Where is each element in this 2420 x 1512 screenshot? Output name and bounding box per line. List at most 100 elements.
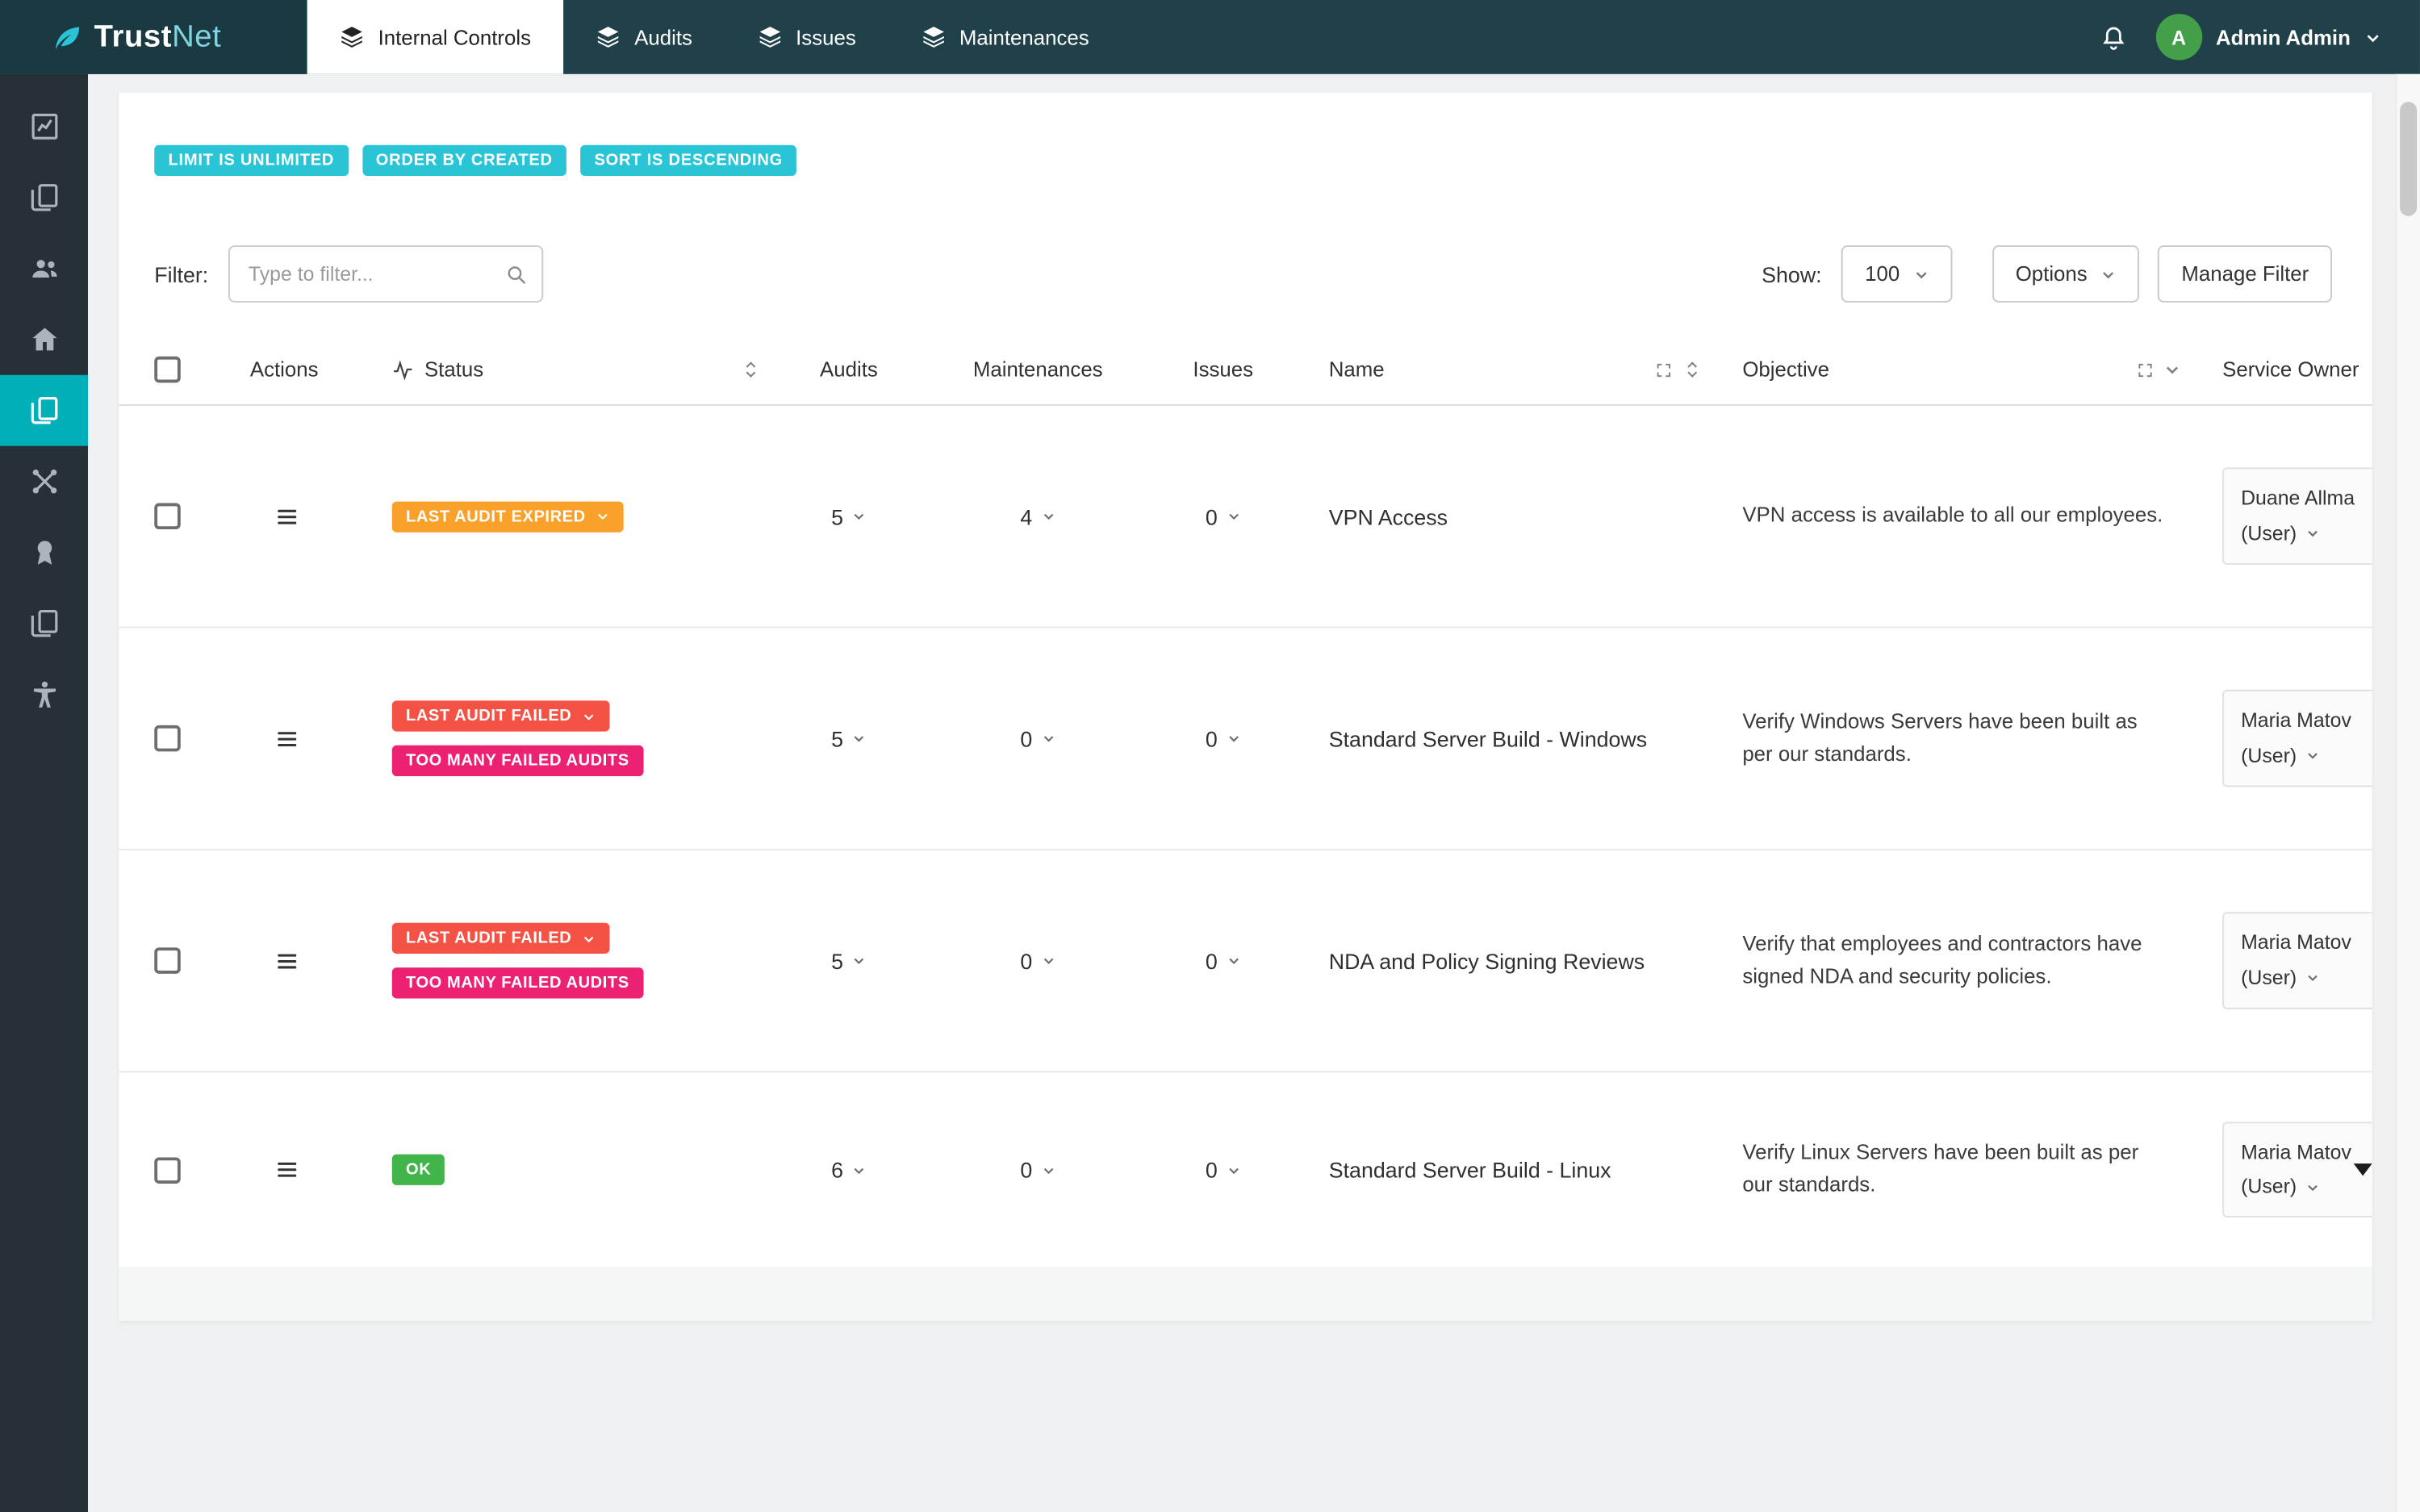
manage-filter-button[interactable]: Manage Filter [2158, 245, 2332, 303]
status-cell: LAST AUDIT EXPIRED [387, 500, 625, 532]
column-header-maintenances[interactable]: Maintenances [926, 335, 1150, 404]
status-badge[interactable]: LAST AUDIT FAILED [391, 700, 611, 732]
service-owner-select[interactable]: Maria Matov (User) [2222, 1121, 2372, 1218]
column-header-audits[interactable]: Audits [771, 335, 926, 404]
tab-internal-controls[interactable]: Internal Controls [307, 0, 564, 74]
service-owner-select[interactable]: Maria Matov (User) [2222, 690, 2372, 787]
status-cell: OK [387, 1154, 445, 1185]
control-name[interactable]: Standard Server Build - Windows [1297, 726, 1713, 751]
sort-icon[interactable] [741, 360, 761, 380]
audits-count[interactable]: 5 [771, 948, 926, 973]
chevron-down-icon [1042, 509, 1055, 523]
chevron-down-icon [2364, 28, 2381, 45]
chevron-down-icon [2101, 266, 2117, 282]
home-icon [28, 324, 59, 355]
show-count-select[interactable]: 100 [1841, 245, 1953, 303]
issues-count[interactable]: 0 [1150, 726, 1297, 750]
row-actions-menu-icon[interactable] [274, 503, 299, 528]
column-header-actions: Actions [249, 357, 319, 382]
sidebar-item-internal-controls[interactable] [0, 374, 89, 446]
brand-text: TrustNet [94, 19, 222, 55]
sidebar-item-users[interactable] [0, 233, 88, 304]
sidebar-item-connections[interactable] [0, 446, 88, 517]
top-navbar: TrustNet Internal Controls Audits Issues Ma… [0, 0, 2420, 74]
tab-maintenances[interactable]: Maintenances [888, 0, 1122, 74]
column-header-name[interactable]: Name [1297, 335, 1713, 404]
maintenances-count[interactable]: 0 [926, 1157, 1150, 1182]
chevron-down-icon [853, 1163, 867, 1176]
brand-logo[interactable]: TrustNet [0, 0, 307, 74]
status-badge[interactable]: LAST AUDIT FAILED [391, 922, 611, 954]
chevron-down-icon [2306, 526, 2320, 540]
user-menu[interactable]: A Admin Admin [2155, 14, 2381, 61]
control-name[interactable]: NDA and Policy Signing Reviews [1297, 948, 1713, 973]
column-header-status[interactable]: Status [387, 335, 771, 404]
chevron-down-icon [1042, 954, 1055, 967]
scrollbar-thumb[interactable] [2400, 102, 2418, 216]
navbar-tabs: Internal Controls Audits Issues Maintenance… [307, 0, 1122, 74]
row-checkbox[interactable] [154, 947, 181, 974]
sidebar-item-reports[interactable] [0, 91, 88, 162]
brand-net: Net [172, 19, 222, 53]
tab-issues[interactable]: Issues [725, 0, 888, 74]
sidebar-item-certifications[interactable] [0, 517, 88, 588]
sort-icon[interactable] [1682, 360, 1703, 380]
sidebar-item-home[interactable] [0, 304, 88, 375]
service-owner-select[interactable]: Duane Allma (User) [2222, 468, 2372, 565]
table-row: LAST AUDIT FAILED TOO MANY FAILED AUDITS 5… [119, 628, 2372, 850]
filter-input[interactable] [228, 245, 544, 303]
service-owner-select[interactable]: Maria Matov (User) [2222, 913, 2372, 1009]
sidebar-item-accessibility[interactable] [0, 659, 88, 730]
chevron-down-icon [583, 931, 596, 945]
filter-label: Filter: [154, 261, 209, 286]
tab-audits[interactable]: Audits [563, 0, 725, 74]
control-name[interactable]: VPN Access [1297, 503, 1713, 528]
page-scrollbar[interactable] [2395, 73, 2420, 1512]
maintenances-count[interactable]: 0 [926, 948, 1150, 973]
notifications-bell-icon[interactable] [2099, 23, 2128, 52]
options-button[interactable]: Options [1992, 245, 2140, 303]
status-cell: LAST AUDIT FAILED TOO MANY FAILED AUDITS [387, 922, 643, 999]
activity-icon [392, 359, 414, 381]
column-header-service-owner: Service Owner [2222, 357, 2359, 382]
filter-input-wrap [228, 245, 544, 303]
status-badge[interactable]: LAST AUDIT EXPIRED [391, 500, 625, 532]
sidebar-item-records[interactable] [0, 588, 88, 659]
chevron-down-icon [853, 509, 867, 523]
expand-icon[interactable] [2136, 361, 2155, 379]
status-badge: TOO MANY FAILED AUDITS [391, 967, 643, 999]
issues-count[interactable]: 0 [1150, 948, 1297, 973]
chevron-down-icon[interactable] [2163, 361, 2180, 378]
row-actions-menu-icon[interactable] [274, 726, 299, 751]
expand-icon[interactable] [1654, 361, 1673, 379]
issues-count[interactable]: 0 [1150, 1157, 1297, 1182]
chevron-down-icon [1042, 1163, 1055, 1176]
audits-count[interactable]: 5 [771, 726, 926, 750]
control-objective: Verify Windows Servers have been built a… [1742, 708, 2138, 765]
column-header-objective[interactable]: Objective [1713, 335, 2192, 404]
column-header-issues[interactable]: Issues [1150, 335, 1297, 404]
control-objective: VPN access is available to all our emplo… [1742, 503, 2163, 527]
select-all-checkbox[interactable] [154, 356, 181, 383]
users-icon [28, 253, 59, 284]
row-checkbox[interactable] [154, 1156, 181, 1184]
sidebar-item-documents[interactable] [0, 162, 88, 233]
row-actions-menu-icon[interactable] [274, 1157, 299, 1182]
audits-count[interactable]: 6 [771, 1157, 926, 1182]
chevron-down-icon [1042, 732, 1055, 746]
bell-icon [2099, 23, 2128, 52]
chevron-down-icon [1913, 266, 1929, 282]
row-checkbox[interactable] [154, 503, 181, 530]
toolbar-right: Show: 100 Options Manage Filter [1762, 245, 2332, 303]
issues-count[interactable]: 0 [1150, 503, 1297, 528]
query-pill[interactable]: ORDER BY CREATED [362, 144, 567, 177]
query-pill[interactable]: LIMIT IS UNLIMITED [154, 144, 349, 177]
row-actions-menu-icon[interactable] [274, 948, 299, 973]
audits-count[interactable]: 5 [771, 503, 926, 528]
maintenances-count[interactable]: 4 [926, 503, 1150, 528]
scroll-down-indicator[interactable] [2353, 1163, 2372, 1176]
query-pill[interactable]: SORT IS DESCENDING [580, 144, 797, 177]
control-name[interactable]: Standard Server Build - Linux [1297, 1157, 1713, 1182]
row-checkbox[interactable] [154, 725, 181, 752]
maintenances-count[interactable]: 0 [926, 726, 1150, 750]
